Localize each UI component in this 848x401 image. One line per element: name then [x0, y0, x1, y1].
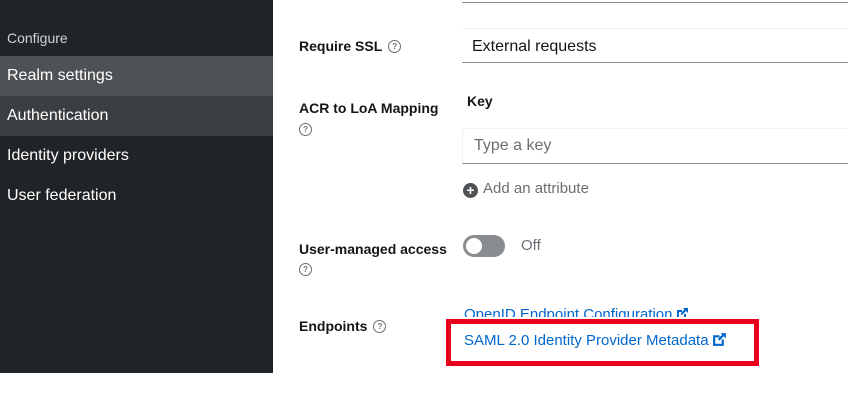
question-circle-icon[interactable]: ?	[388, 39, 402, 53]
toggle-knob	[466, 238, 482, 254]
sidebar-item-realm-settings[interactable]: Realm settings	[0, 56, 273, 96]
saml-metadata-link-text: SAML 2.0 Identity Provider Metadata	[464, 332, 709, 349]
add-attribute-button[interactable]: + Add an attribute	[463, 180, 589, 198]
user-managed-access-label: User-managed access	[299, 241, 447, 257]
question-circle-icon[interactable]: ?	[299, 123, 312, 136]
previous-field-edge	[462, 0, 848, 3]
user-managed-access-toggle[interactable]	[463, 235, 505, 257]
external-link-icon	[677, 308, 689, 317]
require-ssl-label: Require SSL?	[299, 35, 402, 57]
key-input[interactable]	[462, 128, 848, 164]
add-attribute-label: Add an attribute	[483, 180, 589, 197]
plus-circle-icon: +	[463, 183, 478, 198]
sidebar-item-authentication[interactable]: Authentication	[0, 96, 273, 136]
endpoints-label-text: Endpoints	[299, 318, 368, 334]
external-link-icon	[712, 333, 726, 346]
openid-endpoint-link[interactable]: OpenID Endpoint Configuration	[464, 305, 689, 317]
question-circle-icon[interactable]: ?	[299, 263, 312, 276]
endpoints-label: Endpoints?	[299, 315, 387, 337]
require-ssl-select[interactable]: External requests	[462, 28, 848, 63]
question-circle-icon[interactable]: ?	[373, 319, 387, 333]
key-column-header: Key	[467, 93, 493, 109]
sidebar: Configure Realm settings Authentication …	[0, 0, 273, 373]
require-ssl-label-text: Require SSL	[299, 38, 383, 54]
saml-metadata-link[interactable]: SAML 2.0 Identity Provider Metadata	[464, 331, 727, 351]
toggle-state-text: Off	[521, 237, 541, 254]
acr-mapping-label: ACR to LoA Mapping	[299, 100, 439, 116]
sidebar-item-user-federation[interactable]: User federation	[0, 176, 273, 216]
sidebar-item-identity-providers[interactable]: Identity providers	[0, 136, 273, 176]
openid-endpoint-link-text: OpenID Endpoint Configuration	[464, 306, 673, 317]
sidebar-section-configure: Configure	[7, 30, 68, 46]
